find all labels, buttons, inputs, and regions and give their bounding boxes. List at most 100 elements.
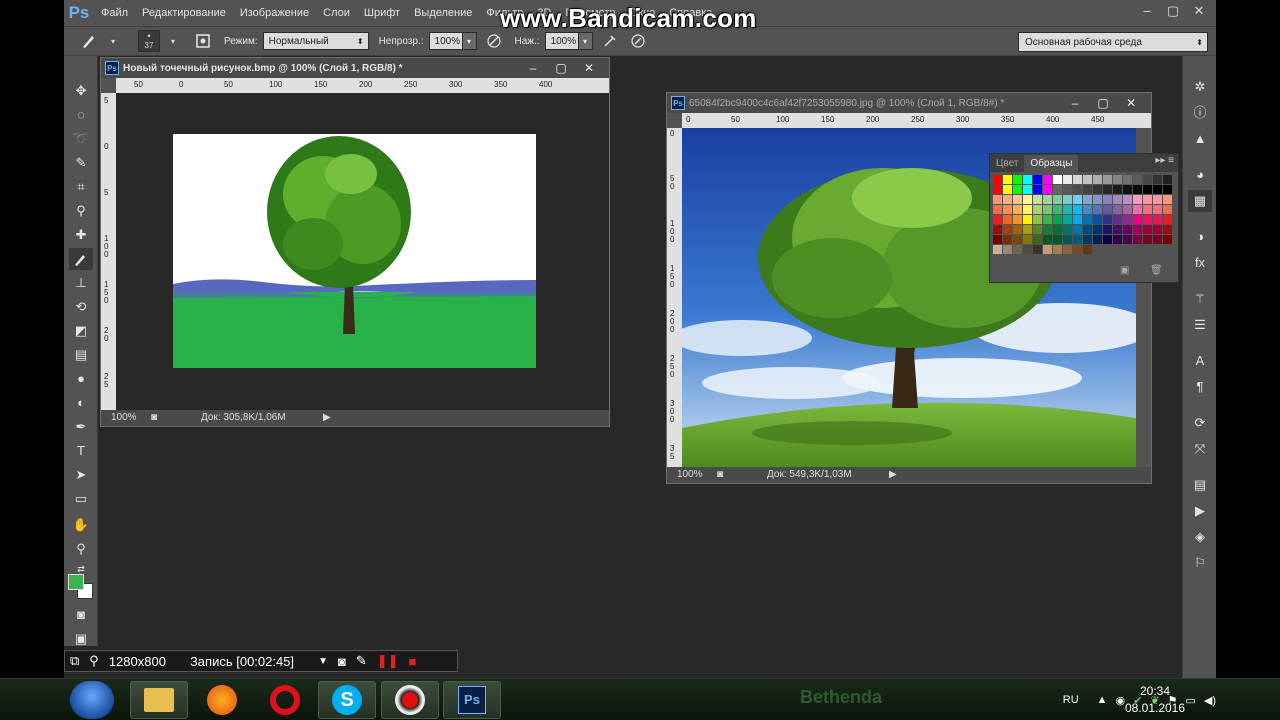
- swatch-cell[interactable]: [1053, 185, 1062, 194]
- taskbar-bandicam[interactable]: [381, 681, 439, 719]
- swatch-cell[interactable]: [1033, 185, 1042, 194]
- minimize-button[interactable]: –: [1134, 0, 1160, 22]
- swatch-cell[interactable]: [1143, 235, 1152, 244]
- swatch-cell[interactable]: [1003, 195, 1012, 204]
- opacity-input[interactable]: 100%: [428, 32, 463, 50]
- doc1-titlebar[interactable]: Ps Новый точечный рисунок.bmp @ 100% (Сл…: [101, 58, 609, 78]
- swatch-cell[interactable]: [1013, 235, 1022, 244]
- foreground-color[interactable]: [68, 574, 84, 590]
- chevron-down-icon[interactable]: ▼: [313, 656, 333, 667]
- layers-icon[interactable]: ◈: [1188, 526, 1212, 548]
- swatch-cell[interactable]: [1153, 175, 1162, 184]
- swatch-cell[interactable]: [1133, 245, 1142, 254]
- search-icon[interactable]: ⚲: [84, 653, 104, 669]
- stop-icon[interactable]: ■: [404, 654, 422, 669]
- swatch-cell[interactable]: [1013, 215, 1022, 224]
- restore-button[interactable]: ▢: [1160, 0, 1186, 22]
- swatch-cell[interactable]: [1163, 185, 1172, 194]
- swatch-cell[interactable]: [1043, 185, 1052, 194]
- histogram-icon[interactable]: ▲: [1188, 128, 1212, 150]
- color-icon[interactable]: ◕: [1188, 164, 1212, 186]
- swatch-cell[interactable]: [1023, 205, 1032, 214]
- swatch-cell[interactable]: [1103, 195, 1112, 204]
- chevron-down-icon[interactable]: ▾: [102, 30, 124, 52]
- swatch-cell[interactable]: [1163, 195, 1172, 204]
- shape-tool-icon[interactable]: ▭: [69, 488, 93, 510]
- doc2-titlebar[interactable]: Ps 65084f2bc9400c4c6af42f7253055980.jpg …: [667, 93, 1151, 113]
- swatch-cell[interactable]: [1153, 195, 1162, 204]
- adjustments-icon[interactable]: ◑: [1188, 226, 1212, 248]
- swatch-cell[interactable]: [1103, 235, 1112, 244]
- swatch-cell[interactable]: [1083, 185, 1092, 194]
- swatch-cell[interactable]: [1153, 185, 1162, 194]
- swatch-cell[interactable]: [1143, 245, 1152, 254]
- hand-tool-icon[interactable]: ✋: [69, 514, 93, 536]
- swatch-cell[interactable]: [1073, 245, 1082, 254]
- eraser-tool-icon[interactable]: ◩: [69, 320, 93, 342]
- swatch-cell[interactable]: [1033, 245, 1042, 254]
- swatch-cell[interactable]: [1033, 215, 1042, 224]
- swatch-cell[interactable]: [1023, 215, 1032, 224]
- eyedropper-tool-icon[interactable]: ⚲: [69, 200, 93, 222]
- channels-icon[interactable]: ⚐: [1188, 552, 1212, 574]
- swatch-cell[interactable]: [1043, 215, 1052, 224]
- swatches-icon[interactable]: ▦: [1188, 190, 1212, 212]
- doc1-minimize-button[interactable]: –: [519, 58, 547, 78]
- swatch-cell[interactable]: [1083, 205, 1092, 214]
- swatch-cell[interactable]: [1113, 205, 1122, 214]
- swatch-cell[interactable]: [1113, 245, 1122, 254]
- zoom-tool-icon[interactable]: ⚲: [69, 538, 93, 560]
- menu-item-0[interactable]: Файл: [94, 0, 135, 26]
- swatch-cell[interactable]: [1153, 205, 1162, 214]
- window-icon[interactable]: ⧉: [65, 653, 84, 669]
- swatch-cell[interactable]: [1083, 245, 1092, 254]
- swatch-cell[interactable]: [1073, 175, 1082, 184]
- camera-icon[interactable]: ◙: [333, 654, 351, 669]
- swatch-cell[interactable]: [1093, 215, 1102, 224]
- new-swatch-icon[interactable]: ▣: [1120, 265, 1129, 276]
- swatch-cell[interactable]: [1083, 195, 1092, 204]
- swatch-cell[interactable]: [1013, 185, 1022, 194]
- quick-mask-icon[interactable]: ◙: [69, 604, 93, 626]
- actions-icon[interactable]: ▶: [1188, 500, 1212, 522]
- swatch-cell[interactable]: [1123, 245, 1132, 254]
- swatch-cell[interactable]: [1153, 235, 1162, 244]
- swatch-cell[interactable]: [1083, 175, 1092, 184]
- swatch-cell[interactable]: [1063, 175, 1072, 184]
- swatch-cell[interactable]: [993, 185, 1002, 194]
- swatch-cell[interactable]: [1003, 235, 1012, 244]
- swatch-cell[interactable]: [1093, 225, 1102, 234]
- swatch-cell[interactable]: [1023, 195, 1032, 204]
- info-icon[interactable]: ⓘ: [1188, 102, 1212, 124]
- healing-tool-icon[interactable]: ✚: [69, 224, 93, 246]
- swatch-cell[interactable]: [1013, 195, 1022, 204]
- play-icon[interactable]: ▶: [889, 467, 897, 483]
- doc2-restore-button[interactable]: ▢: [1089, 93, 1117, 113]
- swatch-cell[interactable]: [1163, 205, 1172, 214]
- swatch-cell[interactable]: [1113, 175, 1122, 184]
- path-icon[interactable]: ⤧: [1188, 438, 1212, 460]
- swatch-cell[interactable]: [1143, 195, 1152, 204]
- swatch-cell[interactable]: [1013, 175, 1022, 184]
- swatch-cell[interactable]: [1073, 235, 1082, 244]
- swatch-cell[interactable]: [1123, 215, 1132, 224]
- swatch-cell[interactable]: [1123, 175, 1132, 184]
- tab-color[interactable]: Цвет: [990, 155, 1024, 172]
- swatch-cell[interactable]: [1033, 195, 1042, 204]
- swatch-cell[interactable]: [1113, 225, 1122, 234]
- marquee-tool-icon[interactable]: ◌: [69, 104, 93, 126]
- swatch-cell[interactable]: [1063, 235, 1072, 244]
- swatch-cell[interactable]: [1023, 245, 1032, 254]
- swatch-cell[interactable]: [1123, 195, 1132, 204]
- pressure-dropdown[interactable]: ▾: [578, 32, 593, 50]
- swatch-cell[interactable]: [1023, 235, 1032, 244]
- close-button[interactable]: ✕: [1186, 0, 1212, 22]
- doc2-zoom[interactable]: 100%: [677, 467, 703, 483]
- volume-icon[interactable]: ◀): [1204, 694, 1216, 707]
- swatch-cell[interactable]: [1153, 215, 1162, 224]
- swatch-cell[interactable]: [1073, 195, 1082, 204]
- swatch-cell[interactable]: [1103, 175, 1112, 184]
- swatch-cell[interactable]: [1133, 185, 1142, 194]
- brush-size-picker[interactable]: • 37: [138, 30, 160, 52]
- navigator-icon[interactable]: ✲: [1188, 76, 1212, 98]
